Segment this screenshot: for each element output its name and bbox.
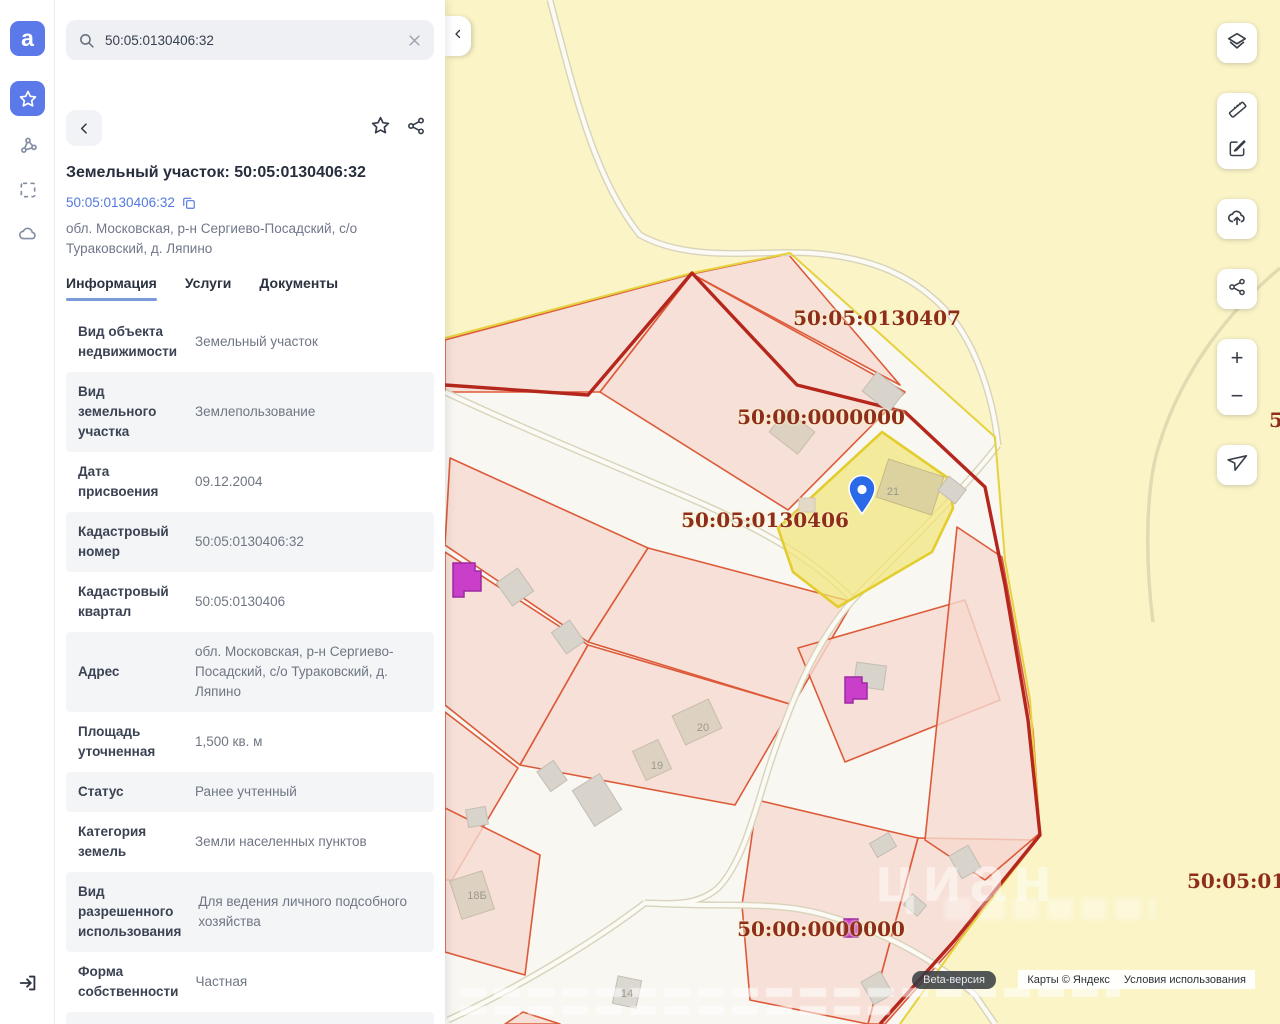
row-value: Земли населенных пунктов xyxy=(184,830,434,854)
star-icon xyxy=(18,89,38,109)
polygon-icon xyxy=(17,135,39,157)
row-label: Дата присвоения xyxy=(66,460,184,504)
minus-icon: − xyxy=(1231,385,1244,407)
row-value: Частная xyxy=(184,970,434,994)
clear-search-icon[interactable] xyxy=(407,33,422,48)
beta-badge: Beta-версия xyxy=(912,971,996,989)
search-icon xyxy=(78,32,95,49)
share-icon xyxy=(1227,277,1247,302)
table-row: Категория земельЗемли населенных пунктов xyxy=(66,812,434,872)
object-header xyxy=(66,110,434,146)
ruler-button[interactable] xyxy=(1217,93,1257,131)
share-icon xyxy=(406,116,426,141)
table-row: Адресобл. Московская, р-н Сергиево-Посад… xyxy=(66,632,434,712)
collapse-panel-button[interactable] xyxy=(445,16,471,56)
table-row: Кадастровая стоимость3,619,622.53 руб. xyxy=(66,1012,434,1024)
row-label: Статус xyxy=(66,780,184,804)
row-label: Вид объекта недвижимости xyxy=(66,320,184,364)
row-value: 50:05:0130406:32 xyxy=(184,530,434,554)
sign-in-icon xyxy=(17,972,39,999)
sidebar-item-favorites[interactable] xyxy=(10,81,45,116)
search-input[interactable] xyxy=(105,33,397,48)
terms-link[interactable]: Условия использования xyxy=(1124,974,1246,986)
cloud-upload-icon xyxy=(1226,206,1248,233)
row-label: Вид разрешенного использования xyxy=(66,880,187,944)
app-window: a xyxy=(0,0,1280,1024)
row-value: обл. Московская, р-н Сергиево-Посадский,… xyxy=(184,640,434,704)
sign-in-button[interactable] xyxy=(13,970,43,1000)
row-label: Вид земельного участка xyxy=(66,380,184,444)
map-terrain xyxy=(445,0,1280,1024)
table-row: Площадь уточненная1,500 кв. м xyxy=(66,712,434,772)
zoom-in-button[interactable]: + xyxy=(1217,339,1257,377)
sidebar-item-area-select[interactable] xyxy=(10,172,45,207)
back-button[interactable] xyxy=(66,110,102,146)
table-row: Вид земельного участкаЗемлепользование xyxy=(66,372,434,452)
locate-button[interactable] xyxy=(1217,445,1257,485)
row-value: Землепользование xyxy=(184,400,434,424)
tab-information[interactable]: Информация xyxy=(66,275,157,301)
favorite-button[interactable] xyxy=(362,110,398,146)
table-row: Вид объекта недвижимостиЗемельный участо… xyxy=(66,312,434,372)
layers-button[interactable] xyxy=(1217,23,1257,63)
zoom-out-button[interactable]: − xyxy=(1217,377,1257,415)
tab-documents[interactable]: Документы xyxy=(259,275,338,301)
object-address: обл. Московская, р-н Сергиево-Посадский,… xyxy=(66,219,434,259)
page-title: Земельный участок: 50:05:0130406:32 xyxy=(66,164,434,182)
search-bar[interactable] xyxy=(66,20,434,60)
row-value: 1,500 кв. м xyxy=(184,730,434,754)
row-value: 09.12.2004 xyxy=(184,470,434,494)
left-rail: a xyxy=(0,0,55,1024)
table-row: Форма собственностиЧастная xyxy=(66,952,434,1012)
layers-icon xyxy=(1226,30,1248,57)
table-row: Кадастровый квартал50:05:0130406 xyxy=(66,572,434,632)
sidebar-item-polygon-tool[interactable] xyxy=(10,128,45,163)
row-label: Площадь уточненная xyxy=(66,720,184,764)
edit-button[interactable] xyxy=(1217,131,1257,169)
zoom-control: + − xyxy=(1217,339,1257,415)
map-share-button[interactable] xyxy=(1217,269,1257,309)
row-label: Категория земель xyxy=(66,820,184,864)
row-label: Кадастровый квартал xyxy=(66,580,184,624)
edit-icon xyxy=(1227,138,1247,163)
sidebar-item-cloud[interactable] xyxy=(10,216,45,251)
info-table: Вид объекта недвижимостиЗемельный участо… xyxy=(66,312,434,1024)
row-value: Для ведения личного подсобного хозяйства xyxy=(187,890,434,934)
row-label: Адрес xyxy=(66,660,184,684)
ruler-icon xyxy=(1227,99,1248,125)
table-row: Дата присвоения09.12.2004 xyxy=(66,452,434,512)
row-value: 50:05:0130406 xyxy=(184,590,434,614)
row-value: Ранее учтенный xyxy=(184,780,434,804)
upload-button[interactable] xyxy=(1217,199,1257,239)
cloud-icon xyxy=(17,223,39,245)
app-logo[interactable]: a xyxy=(10,21,45,56)
row-value: Земельный участок xyxy=(184,330,434,354)
map-attribution: Карты © Яндекс Условия использования xyxy=(1018,970,1255,989)
map-canvas[interactable]: циан 50:05:013040750:00:000000050:05:013… xyxy=(445,0,1280,1024)
measure-edit-group xyxy=(1217,93,1257,169)
row-label: Форма собственности xyxy=(66,960,184,1004)
cadastral-number-link[interactable]: 50:05:0130406:32 xyxy=(66,195,175,210)
row-label: Кадастровый номер xyxy=(66,520,184,564)
dashed-square-icon xyxy=(18,180,38,200)
chevron-left-icon xyxy=(452,27,464,45)
share-button[interactable] xyxy=(398,110,434,146)
copy-icon[interactable] xyxy=(182,196,196,210)
tab-services[interactable]: Услуги xyxy=(185,275,232,301)
table-row: СтатусРанее учтенный xyxy=(66,772,434,812)
tab-bar: Информация Услуги Документы xyxy=(66,275,434,302)
table-row: Вид разрешенного использованияДля ведени… xyxy=(66,872,434,952)
plus-icon: + xyxy=(1231,347,1244,369)
star-icon xyxy=(370,115,391,141)
row-label: Кадастровая стоимость xyxy=(66,1020,184,1024)
navigation-arrow-icon xyxy=(1227,452,1248,478)
map-copyright: Карты © Яндекс xyxy=(1027,974,1110,986)
table-row: Кадастровый номер50:05:0130406:32 xyxy=(66,512,434,572)
info-panel: Земельный участок: 50:05:0130406:32 50:0… xyxy=(55,0,445,1024)
